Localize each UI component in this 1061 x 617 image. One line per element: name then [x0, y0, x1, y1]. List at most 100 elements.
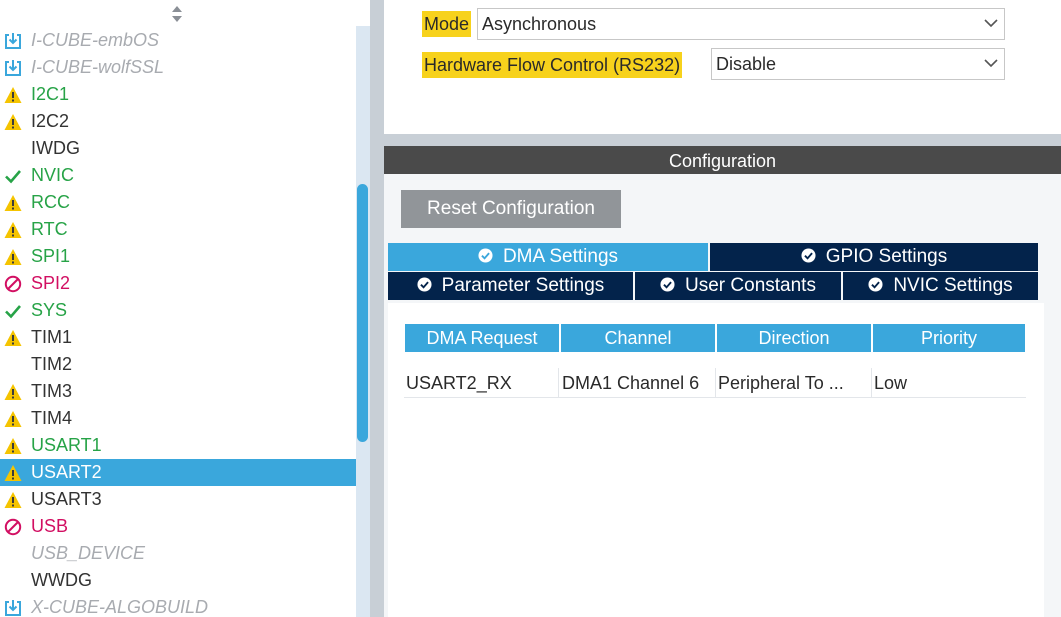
tab-parameter-settings[interactable]: Parameter Settings: [388, 272, 633, 300]
flow-control-select[interactable]: Disable: [711, 48, 1005, 80]
tree-item-label: I2C1: [31, 84, 70, 104]
tree-item-label: NVIC: [31, 165, 75, 185]
tree-item-i-cube-embos[interactable]: I-CUBE-embOS: [0, 27, 356, 54]
tree-item-tim4[interactable]: TIM4: [0, 405, 356, 432]
configuration-header: Configuration: [384, 146, 1061, 174]
chevron-down-icon: [984, 19, 998, 28]
check-circle-icon: [478, 248, 493, 263]
flow-control-select-value: Disable: [716, 54, 777, 74]
mode-select[interactable]: Asynchronous: [477, 8, 1005, 40]
tree-item-label: I-CUBE-wolfSSL: [31, 57, 165, 77]
tree-item-spi2[interactable]: SPI2: [0, 270, 356, 297]
tree-item-label: USB_DEVICE: [31, 543, 146, 563]
table-cell-channel[interactable]: DMA1 Channel 6: [560, 368, 716, 398]
tree-item-label: TIM3: [31, 381, 73, 401]
tab-gpio-settings[interactable]: GPIO Settings: [710, 243, 1038, 271]
tree-item-label: TIM4: [31, 408, 73, 428]
reset-configuration-button[interactable]: Reset Configuration: [401, 190, 621, 228]
panel-splitter[interactable]: [370, 0, 384, 617]
tree-item-iwdg[interactable]: IWDG: [0, 135, 356, 162]
tab-dma-settings[interactable]: DMA Settings: [388, 243, 708, 271]
peripheral-tree: I-CUBE-embOS I-CUBE-wolfSSL I2C1 I2C2 IWDG NV…: [0, 0, 356, 617]
tree-item-usart2[interactable]: USART2: [0, 459, 356, 486]
table-row-divider: [404, 397, 1026, 398]
tree-item-label: I-CUBE-embOS: [31, 30, 160, 50]
warning-icon: [4, 465, 22, 481]
tree-item-rcc[interactable]: RCC: [0, 189, 356, 216]
tab-label: GPIO Settings: [825, 246, 948, 267]
tree-item-tim3[interactable]: TIM3: [0, 378, 356, 405]
check-circle-icon: [660, 277, 675, 292]
tab-label: NVIC Settings: [893, 275, 1013, 296]
tree-item-label: USART2: [31, 462, 102, 482]
warning-icon: [4, 87, 22, 103]
tree-item-spi1[interactable]: SPI1: [0, 243, 356, 270]
tree-item-label: USART3: [31, 489, 102, 509]
column-header-priority[interactable]: Priority: [873, 324, 1025, 352]
pack-download-icon: [5, 600, 21, 616]
tree-item-label: RTC: [31, 219, 68, 239]
no-entry-icon: [4, 518, 22, 536]
tree-item-x-cube-algobuild[interactable]: X-CUBE-ALGOBUILD: [0, 594, 356, 617]
warning-icon: [4, 249, 22, 265]
tree-item-label: RCC: [31, 192, 70, 212]
tree-item-nvic[interactable]: NVIC: [0, 162, 356, 189]
tree-scrollbar-thumb[interactable]: [357, 184, 368, 442]
table-cell-direction[interactable]: Peripheral To ...: [716, 368, 872, 398]
sort-arrows-icon[interactable]: [170, 4, 184, 24]
pack-download-icon: [5, 60, 21, 76]
column-header-direction[interactable]: Direction: [717, 324, 871, 352]
tree-item-usb[interactable]: USB: [0, 513, 356, 540]
pack-download-icon: [5, 33, 21, 49]
tree-item-wwdg[interactable]: WWDG: [0, 567, 356, 594]
tab-label: Parameter Settings: [441, 275, 605, 296]
tree-item-usart1[interactable]: USART1: [0, 432, 356, 459]
check-icon: [5, 170, 21, 184]
tree-item-tim1[interactable]: TIM1: [0, 324, 356, 351]
tree-item-i2c1[interactable]: I2C1: [0, 81, 356, 108]
tree-item-label: SYS: [31, 300, 68, 320]
warning-icon: [4, 492, 22, 508]
tree-item-rtc[interactable]: RTC: [0, 216, 356, 243]
tree-item-label: IWDG: [31, 138, 80, 158]
check-circle-icon: [868, 277, 883, 292]
mode-select-value: Asynchronous: [482, 14, 597, 34]
warning-icon: [4, 384, 22, 400]
warning-icon: [4, 114, 22, 130]
check-icon: [5, 305, 21, 319]
tree-item-label: WWDG: [31, 570, 92, 590]
tree-item-label: USB: [31, 516, 69, 536]
tree-item-label: SPI2: [31, 273, 71, 293]
tree-item-usart3[interactable]: USART3: [0, 486, 356, 513]
warning-icon: [4, 195, 22, 211]
column-header-dma-request[interactable]: DMA Request: [405, 324, 559, 352]
tab-user-constants[interactable]: User Constants: [635, 272, 841, 300]
tree-item-label: SPI1: [31, 246, 71, 266]
chevron-down-icon: [984, 59, 998, 68]
warning-icon: [4, 330, 22, 346]
tree-item-label: TIM1: [31, 327, 73, 347]
table-cell-request[interactable]: USART2_RX: [404, 368, 559, 398]
table-cell-priority[interactable]: Low: [872, 368, 1026, 398]
tree-item-tim2[interactable]: TIM2: [0, 351, 356, 378]
column-header-channel[interactable]: Channel: [561, 324, 715, 352]
no-entry-icon: [4, 275, 22, 293]
warning-icon: [4, 438, 22, 454]
section-separator: [384, 134, 1061, 146]
tree-item-usb-device[interactable]: USB_DEVICE: [0, 540, 356, 567]
tree-item-label: I2C2: [31, 111, 70, 131]
warning-icon: [4, 411, 22, 427]
tab-label: DMA Settings: [502, 246, 619, 267]
tree-item-label: X-CUBE-ALGOBUILD: [31, 597, 209, 617]
flow-control-label: Hardware Flow Control (RS232): [422, 52, 683, 78]
tree-item-sys[interactable]: SYS: [0, 297, 356, 324]
tree-item-label: TIM2: [31, 354, 73, 374]
mode-label: Mode: [422, 11, 472, 37]
check-circle-icon: [417, 277, 432, 292]
tree-item-label: USART1: [31, 435, 102, 455]
tab-nvic-settings[interactable]: NVIC Settings: [843, 272, 1038, 300]
tree-item-i-cube-wolfssl[interactable]: I-CUBE-wolfSSL: [0, 54, 356, 81]
tree-item-i2c2[interactable]: I2C2: [0, 108, 356, 135]
warning-icon: [4, 222, 22, 238]
check-circle-icon: [801, 248, 816, 263]
